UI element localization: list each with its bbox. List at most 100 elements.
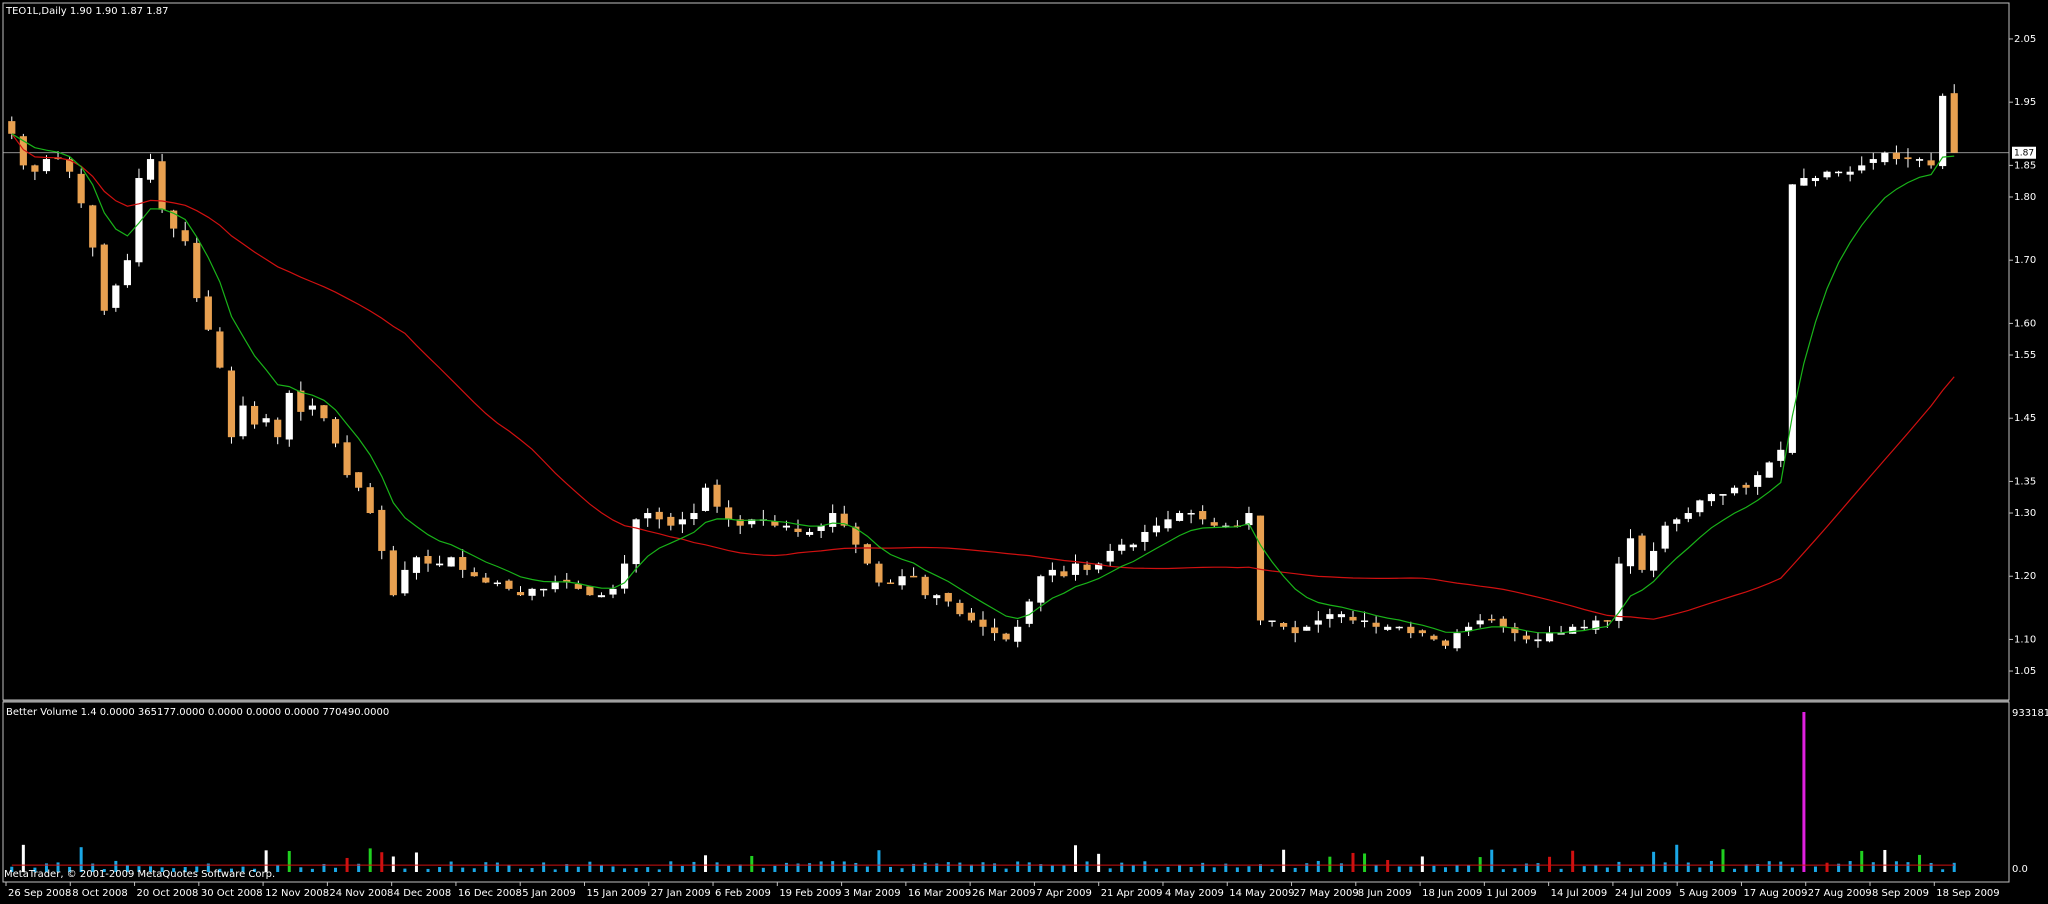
x-axis-tick-label: 20 Oct 2008 — [137, 888, 199, 899]
candle-body — [435, 563, 444, 566]
volume-bar — [1073, 845, 1077, 872]
x-axis-tick-label: 8 Oct 2008 — [72, 888, 127, 899]
volume-bar — [1675, 844, 1679, 872]
volume-bar — [1918, 854, 1922, 872]
candle-body — [1684, 513, 1692, 519]
candle-body — [1869, 159, 1877, 163]
volume-bar — [1709, 860, 1713, 872]
candle-body — [1141, 531, 1149, 542]
volume-bar — [1212, 867, 1216, 872]
candle-body — [1430, 635, 1438, 640]
candle-body — [551, 582, 559, 590]
candle-body — [1904, 157, 1912, 160]
volume-bar — [1467, 864, 1471, 872]
volume-bar — [842, 861, 846, 872]
volume-bar — [495, 862, 499, 872]
candle-body — [1534, 639, 1542, 642]
candle-body — [227, 370, 236, 438]
volume-bar — [287, 850, 291, 872]
x-axis-tick-label: 6 Feb 2009 — [715, 888, 771, 899]
volume-bar — [1779, 861, 1783, 872]
candle-body — [424, 556, 432, 564]
volume-bar — [854, 862, 858, 872]
x-axis-tick-label: 16 Dec 2008 — [458, 888, 522, 899]
volume-bar — [958, 862, 962, 872]
candle-body — [805, 531, 814, 535]
candle-body — [1199, 511, 1207, 520]
axis-layer: 2.05 1.95 1.85 1.80 1.70 1.60 1.55 1.45 1.35 1.30… — [5, 34, 2048, 899]
volume-bar — [1143, 861, 1147, 872]
volume-bar — [1733, 868, 1737, 872]
volume-bar — [1744, 864, 1748, 872]
volume-bar — [1062, 865, 1066, 872]
price-pane-frame — [2, 2, 2010, 701]
volume-bar — [449, 861, 453, 872]
volume-bar — [1397, 866, 1401, 872]
candle-body — [89, 205, 97, 248]
volume-bar — [1305, 863, 1309, 872]
x-axis-tick-label: 5 Aug 2009 — [1679, 888, 1737, 899]
candle-body — [1580, 626, 1588, 629]
candle-body — [655, 511, 663, 520]
volume-bar — [727, 865, 731, 872]
volume-bar — [1825, 862, 1829, 872]
candle-body — [1719, 494, 1727, 496]
candle-body — [910, 575, 918, 578]
candle-body — [1441, 640, 1450, 646]
candle-body — [1372, 622, 1380, 627]
x-axis-tick-label: 4 May 2009 — [1165, 888, 1224, 899]
volume-bar — [1016, 861, 1020, 872]
candle-body — [447, 557, 455, 567]
volume-bar — [669, 861, 673, 872]
volume-bar — [519, 868, 523, 872]
volume-bar — [310, 868, 314, 872]
candle-body — [1730, 487, 1739, 494]
volume-bar — [761, 867, 765, 872]
volume-bar — [21, 844, 25, 872]
candle-body — [1673, 519, 1681, 524]
candle-body — [100, 244, 108, 311]
x-axis-tick-label: 8 Jun 2009 — [1358, 888, 1412, 899]
candle-body — [1360, 620, 1369, 622]
candle-body — [251, 405, 259, 425]
volume-bar — [773, 865, 777, 872]
candle-body — [1754, 475, 1762, 487]
candle-body — [771, 521, 779, 526]
ma-fast-line — [11, 133, 1955, 634]
y-axis-tick-label: 1.05 — [2014, 666, 2036, 677]
volume-bar — [865, 866, 869, 872]
volume-bar — [1363, 853, 1367, 872]
candle-body — [1453, 633, 1461, 649]
candle-body — [470, 572, 478, 577]
candle-body — [898, 576, 906, 586]
volume-pane-title: Better Volume 1.4 0.0000 365177.0000 0.0… — [6, 707, 389, 718]
y-axis-tick-label: 1.85 — [2014, 160, 2036, 171]
volume-bar — [507, 864, 511, 872]
candle-body — [1037, 576, 1045, 603]
x-axis-tick-label: 18 Sep 2009 — [1936, 888, 1999, 899]
x-axis-tick-label: 24 Jul 2009 — [1615, 888, 1672, 899]
x-axis-tick-label: 14 May 2009 — [1229, 888, 1294, 899]
volume-bar — [1571, 850, 1575, 872]
candle-body — [1071, 563, 1080, 575]
candle-body — [990, 627, 999, 634]
candle-body — [366, 487, 374, 514]
volume-bar — [981, 862, 985, 872]
volume-bar — [1455, 865, 1459, 872]
candle-body — [482, 577, 490, 583]
candle-body — [678, 519, 686, 525]
volume-bar — [1166, 866, 1170, 872]
candle-body — [77, 173, 85, 204]
volume-bar — [1420, 856, 1424, 872]
volume-bar — [403, 868, 407, 872]
candle-body — [1002, 633, 1010, 640]
candle-body — [979, 619, 987, 627]
volume-bar — [1097, 853, 1101, 872]
volume-axis-min-label: 0.0 — [2012, 864, 2028, 875]
x-axis-tick-label: 16 Mar 2009 — [908, 888, 971, 899]
candle-body — [540, 588, 548, 591]
volume-bar — [1605, 867, 1609, 872]
candle-body — [1650, 550, 1658, 571]
y-axis-tick-label: 1.80 — [2014, 192, 2036, 203]
volume-bar — [646, 867, 650, 872]
